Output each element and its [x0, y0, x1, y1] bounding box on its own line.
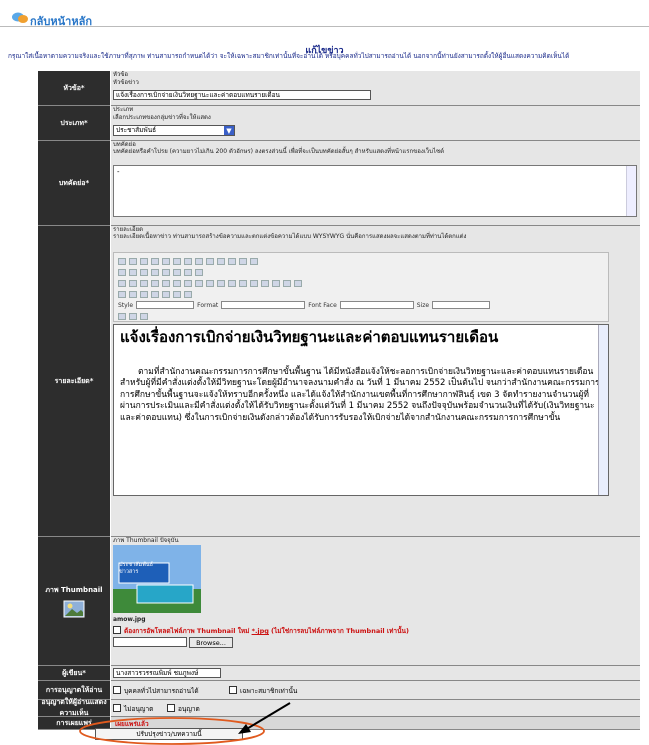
- annotation-overlay: [79, 702, 291, 745]
- highlight-ellipse: [79, 717, 265, 745]
- arrow-line: [244, 702, 291, 731]
- arrow-head: [238, 724, 251, 734]
